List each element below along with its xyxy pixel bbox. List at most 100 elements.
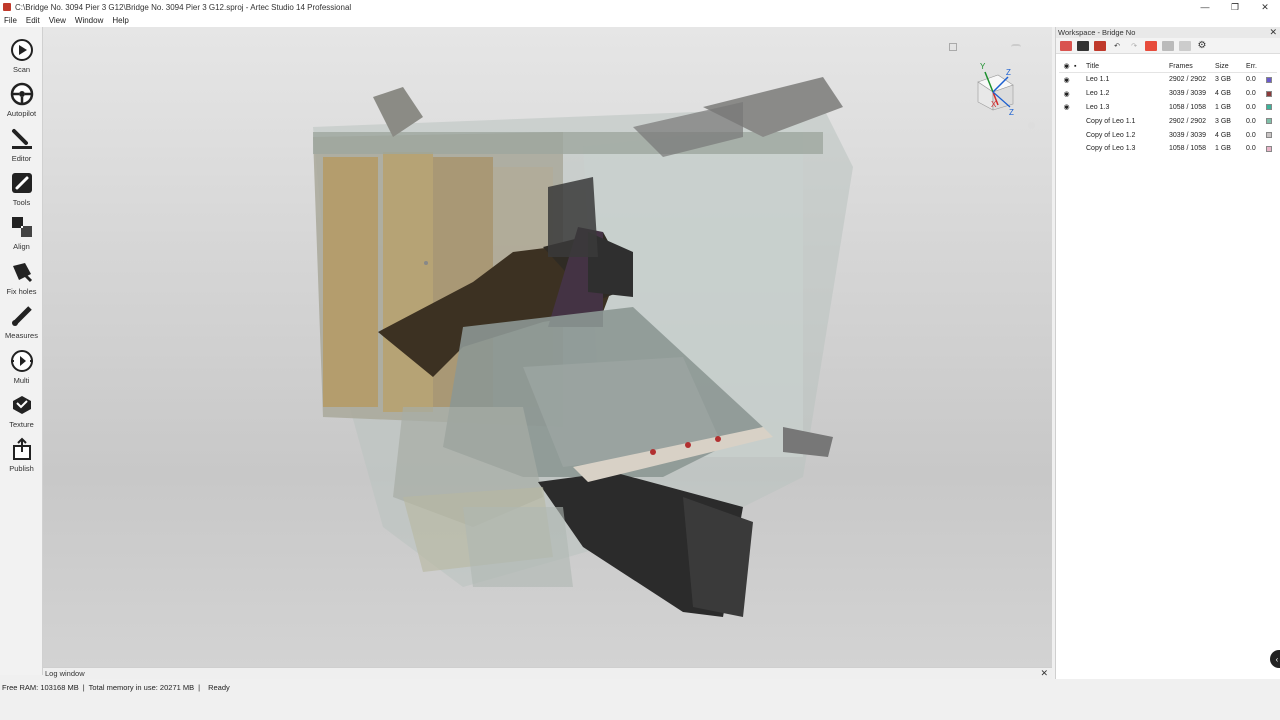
tool-align[interactable]: Align bbox=[0, 208, 43, 252]
scan-title: Leo 1.3 bbox=[1086, 103, 1110, 111]
close-log-button[interactable]: ✕ bbox=[1040, 668, 1048, 679]
menu-file[interactable]: File bbox=[4, 16, 17, 25]
status-bar: Free RAM: 103168 MB | Total memory in us… bbox=[0, 680, 1280, 694]
autopilot-icon bbox=[9, 81, 35, 107]
scan-play-icon bbox=[9, 37, 35, 63]
visibility-eye-icon[interactable]: ◉ bbox=[1062, 90, 1071, 98]
scan-size: 1 GB bbox=[1215, 145, 1231, 153]
workspace-title: Workspace - Bridge No bbox=[1058, 28, 1136, 37]
status-separator: | bbox=[198, 682, 201, 692]
redo-icon[interactable]: ↷ bbox=[1128, 41, 1140, 51]
status-separator: | bbox=[82, 682, 85, 692]
header-lock-icon[interactable]: ▪ bbox=[1074, 63, 1082, 70]
column-err[interactable]: Err. bbox=[1246, 63, 1257, 70]
scan-err: 0.0 bbox=[1246, 103, 1256, 111]
gizmo-x-label: X bbox=[991, 100, 997, 109]
3d-viewport[interactable]: Y Z X Z bbox=[43, 27, 1052, 667]
tool-multi[interactable]: Multi bbox=[0, 342, 43, 386]
tool-editor[interactable]: Editor bbox=[0, 120, 43, 164]
rotate-icon[interactable] bbox=[1011, 44, 1021, 50]
menu-help[interactable]: Help bbox=[112, 16, 128, 25]
tool-measures[interactable]: Measures bbox=[0, 297, 43, 341]
scan-model bbox=[313, 77, 853, 617]
scan-frames: 3039 / 3039 bbox=[1169, 131, 1206, 139]
visibility-eye-icon[interactable]: ◉ bbox=[1062, 76, 1071, 84]
delete-icon[interactable] bbox=[1094, 40, 1106, 51]
scan-frames: 1058 / 1058 bbox=[1169, 145, 1206, 153]
table-row[interactable]: Copy of Leo 1.2 3039 / 3039 4 GB 0.0 bbox=[1059, 128, 1277, 142]
bin-icon[interactable] bbox=[1145, 40, 1157, 51]
column-size[interactable]: Size bbox=[1215, 63, 1229, 70]
tool-scan-label: Scan bbox=[12, 65, 31, 74]
table-row[interactable]: ◉ Leo 1.1 2902 / 2902 3 GB 0.0 bbox=[1059, 73, 1277, 87]
gizmo-z-neg-label: Z bbox=[1009, 108, 1014, 117]
column-title[interactable]: Title bbox=[1086, 63, 1099, 70]
tool-publish-label: Publish bbox=[9, 464, 34, 473]
table-row[interactable]: Copy of Leo 1.1 2902 / 2902 3 GB 0.0 bbox=[1059, 114, 1277, 128]
orientation-gizmo[interactable]: Y Z X Z bbox=[958, 47, 1028, 137]
layers-icon[interactable] bbox=[1162, 40, 1174, 51]
scan-frames: 2902 / 2902 bbox=[1169, 76, 1206, 84]
tool-tools-label: Tools bbox=[12, 198, 31, 207]
color-swatch[interactable] bbox=[1266, 90, 1272, 97]
window-title: C:\Bridge No. 3094 Pier 3 G12\Bridge No.… bbox=[15, 2, 352, 12]
minimize-button[interactable]: — bbox=[1190, 0, 1220, 14]
fit-view-icon[interactable] bbox=[949, 43, 957, 51]
workspace-toolbar: ↶ ↷ ⚙ bbox=[1056, 38, 1280, 54]
table-header: ◉ ▪ Title Frames Size Err. bbox=[1059, 60, 1277, 73]
tool-editor-label: Editor bbox=[11, 154, 32, 163]
menu-window[interactable]: Window bbox=[75, 16, 103, 25]
multi-icon bbox=[9, 348, 35, 374]
color-swatch[interactable] bbox=[1266, 104, 1272, 111]
folder-icon[interactable] bbox=[1077, 40, 1089, 51]
column-frames[interactable]: Frames bbox=[1169, 63, 1193, 70]
scan-size: 3 GB bbox=[1215, 76, 1231, 84]
merge-icon[interactable] bbox=[1179, 40, 1191, 51]
tool-texture[interactable]: Texture bbox=[0, 386, 43, 430]
align-icon bbox=[9, 214, 35, 240]
color-swatch[interactable] bbox=[1266, 76, 1272, 83]
import-icon[interactable] bbox=[1060, 40, 1072, 51]
measures-icon bbox=[9, 303, 35, 329]
window-controls: — ❐ ✕ bbox=[1190, 0, 1280, 14]
header-eye-icon[interactable]: ◉ bbox=[1062, 62, 1071, 70]
tool-publish[interactable]: Publish bbox=[0, 430, 43, 474]
menu-edit[interactable]: Edit bbox=[26, 16, 40, 25]
scan-title: Leo 1.1 bbox=[1086, 76, 1110, 84]
visibility-eye-icon[interactable]: ◉ bbox=[1062, 103, 1071, 111]
tool-scan[interactable]: Scan bbox=[0, 31, 43, 75]
tool-autopilot[interactable]: Autopilot bbox=[0, 75, 43, 119]
close-window-button[interactable]: ✕ bbox=[1250, 0, 1280, 14]
table-row[interactable]: ◉ Leo 1.3 1058 / 1058 1 GB 0.0 bbox=[1059, 101, 1277, 115]
table-row[interactable]: ◉ Leo 1.2 3039 / 3039 4 GB 0.0 bbox=[1059, 87, 1277, 101]
tool-tools[interactable]: Tools bbox=[0, 164, 43, 208]
maximize-button[interactable]: ❐ bbox=[1220, 0, 1250, 14]
status-state: Ready bbox=[208, 682, 230, 692]
log-window-label: Log window bbox=[45, 669, 85, 678]
scan-frames: 1058 / 1058 bbox=[1169, 103, 1206, 111]
color-swatch[interactable] bbox=[1266, 118, 1272, 125]
tool-texture-label: Texture bbox=[9, 420, 34, 429]
menu-view[interactable]: View bbox=[49, 16, 66, 25]
scan-err: 0.0 bbox=[1246, 76, 1256, 84]
color-swatch[interactable] bbox=[1266, 132, 1272, 139]
left-toolbar: Scan Autopilot Editor Tools Align Fix ho… bbox=[0, 27, 43, 675]
undo-icon[interactable]: ↶ bbox=[1111, 41, 1123, 51]
settings-gear-icon[interactable]: ⚙ bbox=[1196, 40, 1208, 51]
tool-fix-holes[interactable]: Fix holes bbox=[0, 253, 43, 297]
tool-fix-holes-label: Fix holes bbox=[6, 287, 37, 296]
scan-size: 4 GB bbox=[1215, 90, 1231, 98]
tool-multi-label: Multi bbox=[13, 376, 30, 385]
close-workspace-button[interactable]: ✕ bbox=[1269, 27, 1277, 38]
light-icon[interactable] bbox=[1028, 122, 1035, 129]
scan-title: Copy of Leo 1.3 bbox=[1086, 145, 1136, 153]
tools-icon bbox=[9, 170, 35, 196]
editor-icon bbox=[9, 126, 35, 152]
table-row[interactable]: Copy of Leo 1.3 1058 / 1058 1 GB 0.0 bbox=[1059, 142, 1277, 156]
texture-icon bbox=[9, 392, 35, 418]
fix-holes-icon bbox=[9, 259, 35, 285]
scan-size: 3 GB bbox=[1215, 117, 1231, 125]
color-swatch[interactable] bbox=[1266, 145, 1272, 152]
title-bar: C:\Bridge No. 3094 Pier 3 G12\Bridge No.… bbox=[0, 0, 1280, 14]
scan-frames: 3039 / 3039 bbox=[1169, 90, 1206, 98]
